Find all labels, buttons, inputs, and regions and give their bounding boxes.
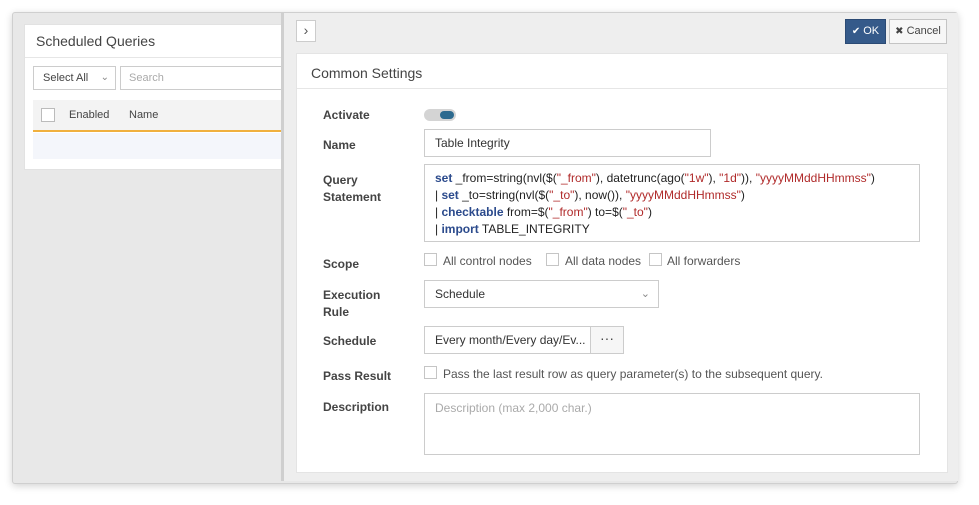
activate-toggle[interactable] <box>424 109 456 121</box>
execution-rule-select[interactable]: Schedule ⌄ <box>424 280 659 308</box>
scope-label: Scope <box>323 257 360 271</box>
scope-forwarders-label: All forwarders <box>667 254 741 268</box>
chevron-down-icon: ⌄ <box>640 288 650 300</box>
query-text: ), <box>708 171 720 185</box>
column-enabled[interactable]: Enabled <box>69 109 109 121</box>
scope-control-nodes-label: All control nodes <box>443 254 532 268</box>
name-label: Name <box>323 138 356 152</box>
chevron-down-icon: ⌄ <box>100 72 109 83</box>
section-title: Common Settings <box>311 65 423 81</box>
scheduled-queries-panel: Scheduled Queries Select All ⌄ Search En… <box>24 24 290 170</box>
query-text: )), <box>741 171 756 185</box>
query-keyword: set <box>435 171 453 185</box>
toggle-knob <box>440 111 454 119</box>
table-header: Enabled Name <box>33 100 287 132</box>
check-icon: ✔ <box>851 26 861 37</box>
query-string: "yyyyMMddHHmmss" <box>625 188 741 202</box>
pass-result-label: Pass Result <box>323 369 392 383</box>
scope-control-nodes-checkbox[interactable] <box>424 253 437 266</box>
divider <box>25 57 287 58</box>
query-label: Query Statement <box>323 172 381 206</box>
name-input[interactable]: Table Integrity <box>424 129 711 157</box>
execution-rule-label-line2: Rule <box>323 305 350 319</box>
scope-data-nodes-checkbox[interactable] <box>546 253 559 266</box>
query-label-line2: Statement <box>323 190 382 204</box>
query-string: "1w" <box>684 171 709 185</box>
query-line: | set _to=string(nvl($("_to"), now()), "… <box>435 187 919 204</box>
query-text: ), datetrunc(ago( <box>595 171 685 185</box>
query-text: ) <box>870 171 875 185</box>
description-textarea[interactable]: Description (max 2,000 char.) <box>424 393 920 455</box>
close-icon: ✖ <box>895 26 904 37</box>
schedule-input[interactable]: Every month/Every day/Ev... <box>424 326 591 354</box>
query-label-line1: Query <box>323 173 358 187</box>
select-all-dropdown[interactable]: Select All ⌄ <box>33 66 116 90</box>
search-input[interactable]: Search <box>120 66 290 90</box>
column-name[interactable]: Name <box>129 109 158 121</box>
query-line: | checktable from=$("_from") to=$("_to") <box>435 204 919 221</box>
pass-result-text: Pass the last result row as query parame… <box>443 367 823 381</box>
query-keyword: import <box>441 222 479 236</box>
divider <box>297 88 947 89</box>
cancel-button[interactable]: ✖ Cancel <box>889 19 947 44</box>
description-label: Description <box>323 400 390 414</box>
query-string: "_from" <box>548 205 588 219</box>
query-text: ) <box>647 205 652 219</box>
query-string: "1d" <box>719 171 742 185</box>
common-settings-card: Common Settings Activate Name Table Inte… <box>296 53 948 473</box>
collapse-button[interactable]: › <box>296 20 316 42</box>
select-all-label: Select All <box>43 72 89 84</box>
query-text: from=$( <box>503 205 549 219</box>
query-text: _to=string(nvl($( <box>458 188 550 202</box>
table-row <box>33 133 287 159</box>
execution-rule-value: Schedule <box>435 287 486 301</box>
query-string: "_to" <box>622 205 648 219</box>
ok-label: OK <box>863 25 880 37</box>
query-string: "_from" <box>556 171 596 185</box>
query-text: ), now()), <box>574 188 626 202</box>
schedule-more-button[interactable]: ··· <box>591 326 624 354</box>
scope-data-nodes-label: All data nodes <box>565 254 642 268</box>
scope-forwarders-checkbox[interactable] <box>649 253 662 266</box>
query-string: "_to" <box>549 188 575 202</box>
ok-button[interactable]: ✔ OK <box>845 19 886 44</box>
query-statement-editor[interactable]: set _from=string(nvl($("_from"), datetru… <box>424 164 920 242</box>
query-string: "yyyyMMddHHmmss" <box>755 171 871 185</box>
execution-rule-label-line1: Execution <box>323 288 381 302</box>
select-all-checkbox[interactable] <box>41 108 55 122</box>
activate-label: Activate <box>323 108 370 122</box>
query-text: TABLE_INTEGRITY <box>478 222 590 236</box>
execution-rule-label: Execution Rule <box>323 287 380 321</box>
settings-overlay: › ✔ OK ✖ Cancel Common Settings Activate N… <box>281 13 958 481</box>
schedule-label: Schedule <box>323 334 377 348</box>
query-line: | import TABLE_INTEGRITY <box>435 221 919 238</box>
pass-result-checkbox[interactable] <box>424 366 437 379</box>
chevron-right-icon: › <box>303 22 309 38</box>
query-text: ) to=$( <box>587 205 623 219</box>
panel-title: Scheduled Queries <box>36 33 156 49</box>
query-keyword: checktable <box>441 205 504 219</box>
query-text: _from=string(nvl($( <box>452 171 557 185</box>
query-text: ) <box>740 188 745 202</box>
cancel-label: Cancel <box>906 25 941 37</box>
query-line: set _from=string(nvl($("_from"), datetru… <box>435 170 919 187</box>
query-keyword: set <box>441 188 459 202</box>
